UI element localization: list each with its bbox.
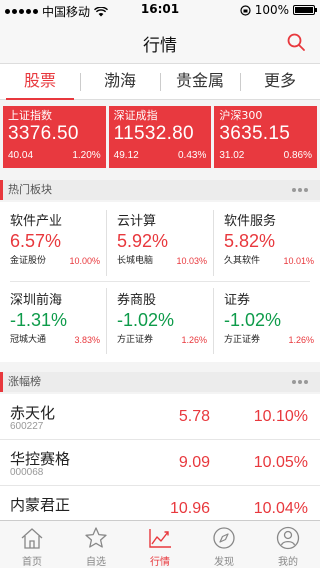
sector-name: 云计算 — [117, 214, 157, 229]
nav-bar: 行情 — [0, 20, 320, 64]
table-row[interactable]: 华控赛格 000068 9.09 10.05% — [0, 440, 320, 486]
stock-name: 内蒙君正 — [10, 496, 71, 514]
stock-price: 9.09 — [178, 454, 210, 471]
leading-stock-pct: 1.26% — [288, 335, 314, 345]
leading-stock-pct: 10.00% — [69, 256, 100, 266]
stock-price: 10.96 — [169, 500, 210, 517]
leading-stock: 方正证券 — [224, 335, 261, 345]
index-value: 3635.15 — [219, 123, 291, 144]
stock-name: 华控赛格 — [10, 450, 71, 468]
tab-home[interactable]: 首页 — [0, 521, 64, 568]
stock-name: 赤天化 — [10, 404, 56, 422]
sector-card[interactable]: 云计算 5.92% 长城电脑 10.03% — [107, 202, 213, 280]
gainers-list: 赤天化 600227 5.78 10.10% 华控赛格 000068 9.09 … — [0, 394, 320, 524]
index-name: 深证成指 — [113, 109, 158, 122]
leading-stock-pct: 10.01% — [283, 256, 314, 266]
battery-percent: 100% — [254, 3, 289, 17]
sector-card[interactable]: 软件产业 6.57% 金证股份 10.00% — [0, 202, 106, 280]
leading-stock: 方正证券 — [117, 335, 154, 345]
sector-pct: 5.82% — [224, 231, 276, 251]
sector-card[interactable]: 证券 -1.02% 方正证券 1.26% — [214, 281, 320, 359]
hot-sectors-grid: 软件产业 6.57% 金证股份 10.00% 云计算 5.92% 长城电脑 10.0… — [0, 202, 320, 362]
market-tabs: 股票 渤海 贵金属 更多 — [0, 64, 320, 100]
leading-stock-pct: 10.03% — [176, 256, 207, 266]
index-card-hs300[interactable]: 沪深300 3635.15 31.02 0.86% — [214, 106, 318, 168]
stock-code: 000068 — [10, 467, 44, 478]
leading-stock: 金证股份 — [10, 256, 47, 266]
index-change: 49.12 — [113, 150, 139, 161]
sector-card[interactable]: 深圳前海 -1.31% 冠城大通 3.83% — [0, 281, 106, 359]
stock-change: 10.10% — [253, 408, 308, 425]
search-icon[interactable] — [286, 32, 306, 52]
section-title: 涨幅榜 — [8, 375, 41, 388]
tab-stocks[interactable]: 股票 — [0, 64, 80, 100]
hot-sectors-header: 热门板块 — [0, 180, 320, 200]
more-icon[interactable] — [292, 380, 308, 384]
tab-label: 发现 — [214, 557, 234, 568]
battery-icon — [293, 5, 317, 15]
leading-stock: 长城电脑 — [117, 256, 154, 266]
sector-name: 软件服务 — [224, 214, 277, 229]
leading-stock: 久其软件 — [224, 256, 261, 266]
tab-precious-metals[interactable]: 贵金属 — [160, 64, 240, 99]
tab-label: 首页 — [22, 557, 42, 568]
stock-price: 5.78 — [178, 408, 210, 425]
sector-name: 证券 — [224, 293, 251, 308]
stock-change: 10.05% — [253, 454, 308, 471]
index-name: 沪深300 — [219, 109, 263, 122]
tab-discover[interactable]: 发现 — [192, 521, 256, 568]
sector-card[interactable]: 软件服务 5.82% 久其软件 10.01% — [214, 202, 320, 280]
rotation-lock-icon — [240, 4, 251, 16]
table-row[interactable]: 赤天化 600227 5.78 10.10% — [0, 394, 320, 440]
sector-pct: -1.31% — [10, 310, 68, 330]
index-change: 31.02 — [219, 150, 245, 161]
index-name: 上证指数 — [8, 109, 52, 122]
stock-code: 600227 — [10, 421, 44, 432]
index-pct: 0.86% — [283, 150, 313, 161]
index-cards: 上证指数 3376.50 40.04 1.20% 深证成指 11532.80 49… — [3, 106, 318, 168]
index-card-shenzhen[interactable]: 深证成指 11532.80 49.12 0.43% — [108, 106, 212, 168]
compass-icon — [213, 527, 235, 549]
sector-card[interactable]: 券商股 -1.02% 方正证券 1.26% — [107, 281, 213, 359]
status-bar: 中国移动 16:01 100% — [0, 0, 320, 20]
tab-bar: 首页 自选 行情 发现 我的 — [0, 520, 320, 568]
table-row[interactable]: 内蒙君正 10.96 10.04% — [0, 486, 320, 524]
chart-icon — [149, 529, 171, 548]
index-value: 11532.80 — [113, 123, 194, 144]
index-pct: 0.43% — [177, 150, 207, 161]
leading-stock: 冠城大通 — [10, 335, 47, 345]
stock-change: 10.04% — [253, 500, 308, 517]
user-icon — [276, 526, 300, 550]
index-pct: 1.20% — [72, 150, 101, 161]
sector-name: 券商股 — [117, 293, 157, 308]
tab-label: 我的 — [278, 557, 298, 568]
tab-market[interactable]: 行情 — [128, 521, 192, 568]
star-icon — [85, 527, 107, 548]
page-title: 行情 — [143, 36, 177, 56]
tab-more[interactable]: 更多 — [240, 64, 320, 99]
sector-pct: 5.92% — [117, 231, 169, 251]
leading-stock-pct: 3.83% — [74, 335, 100, 345]
sector-pct: -1.02% — [117, 310, 175, 330]
home-icon — [21, 528, 43, 549]
gainers-header: 涨幅榜 — [0, 372, 320, 392]
tab-me[interactable]: 我的 — [256, 521, 320, 568]
index-card-shanghai[interactable]: 上证指数 3376.50 40.04 1.20% — [3, 106, 106, 168]
tab-bohai[interactable]: 渤海 — [80, 64, 160, 99]
index-value: 3376.50 — [8, 123, 79, 144]
tab-label: 自选 — [86, 557, 106, 568]
section-title: 热门板块 — [8, 183, 52, 196]
leading-stock-pct: 1.26% — [181, 335, 207, 345]
sector-pct: 6.57% — [10, 231, 62, 251]
more-icon[interactable] — [292, 188, 308, 192]
sector-name: 深圳前海 — [10, 293, 63, 308]
sector-name: 软件产业 — [10, 214, 63, 229]
index-change: 40.04 — [8, 150, 34, 161]
sector-pct: -1.02% — [224, 310, 282, 330]
tab-watchlist[interactable]: 自选 — [64, 521, 128, 568]
tab-label: 行情 — [150, 557, 170, 568]
